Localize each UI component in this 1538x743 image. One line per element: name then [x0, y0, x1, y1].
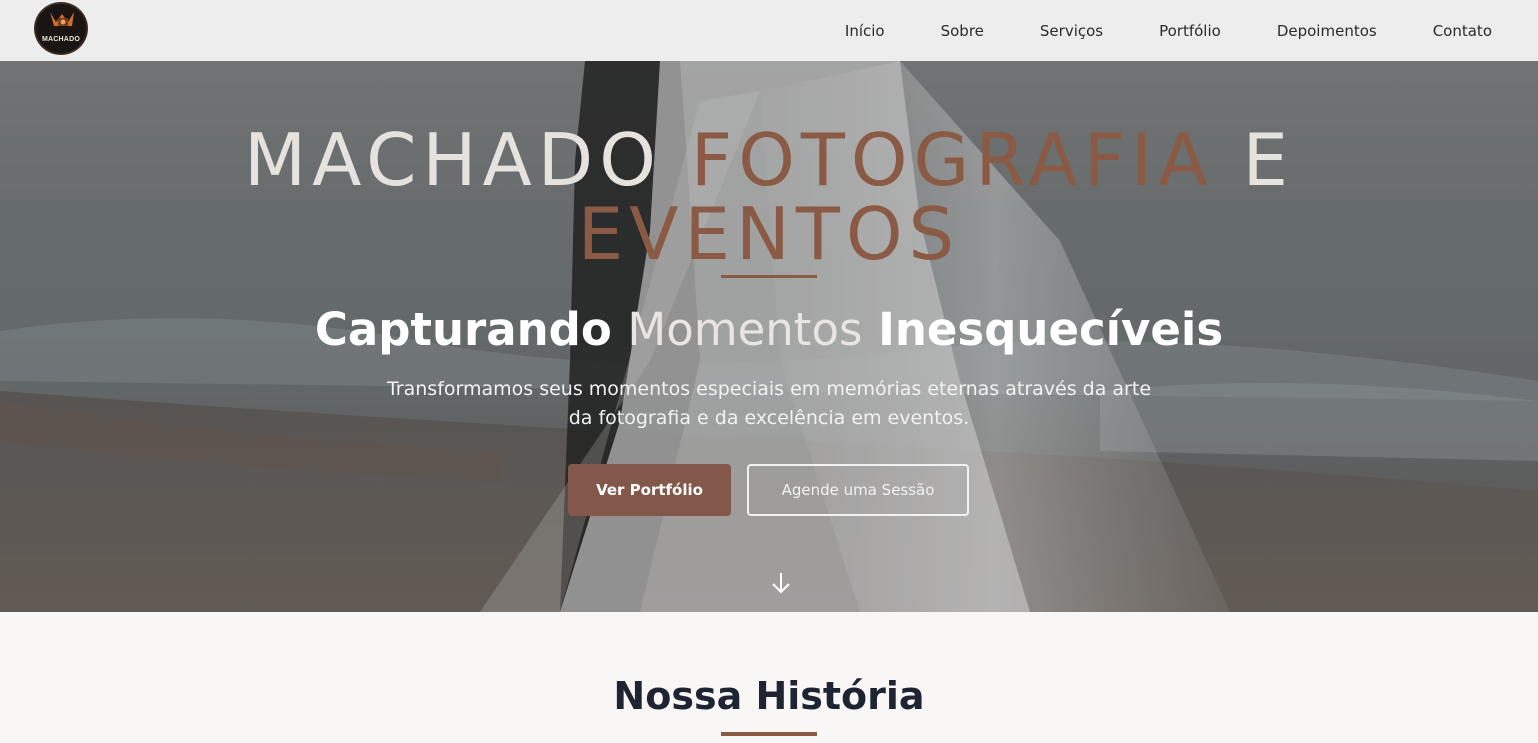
ver-portfolio-button[interactable]: Ver Portfólio — [568, 464, 731, 516]
hero-subtitle: Capturando Momentos Inesquecíveis — [0, 303, 1538, 356]
hero-description: Transformamos seus momentos especiais em… — [386, 378, 1152, 429]
hero-title: MACHADO FOTOGRAFIA E EVENTOS — [160, 123, 1378, 271]
hero-title-part1: MACHADO — [244, 118, 662, 202]
hero-title-part3: E — [1242, 118, 1294, 202]
nav-link-contato[interactable]: Contato — [1433, 22, 1492, 40]
nav-link-depoimentos[interactable]: Depoimentos — [1277, 22, 1377, 40]
agende-sessao-button[interactable]: Agende uma Sessão — [747, 464, 969, 516]
history-title-divider — [721, 732, 817, 736]
site-header: MACHADO Início Sobre Serviços Portfólio … — [0, 0, 1538, 61]
camera-icon — [37, 4, 86, 53]
hero-subtitle-part2: Momentos — [627, 303, 863, 356]
hero-title-part4: EVENTOS — [577, 192, 961, 276]
hero-title-part2: FOTOGRAFIA — [690, 118, 1214, 202]
arrow-down-icon[interactable] — [770, 571, 792, 595]
nav-link-servicos[interactable]: Serviços — [1040, 22, 1103, 40]
history-title: Nossa História — [613, 674, 925, 718]
hero-title-divider — [721, 275, 817, 278]
nav-link-inicio[interactable]: Início — [845, 22, 885, 40]
logo-text: MACHADO — [42, 36, 80, 43]
history-section: Nossa História — [0, 612, 1538, 743]
main-nav: Início Sobre Serviços Portfólio Depoimen… — [789, 0, 1492, 61]
nav-link-sobre[interactable]: Sobre — [941, 22, 984, 40]
hero-section: MACHADO FOTOGRAFIA E EVENTOS Capturando … — [0, 61, 1538, 612]
nav-link-portfolio[interactable]: Portfólio — [1159, 22, 1221, 40]
hero-subtitle-part3: Inesquecíveis — [878, 303, 1224, 356]
hero-subtitle-part1: Capturando — [314, 303, 612, 356]
logo[interactable]: MACHADO — [34, 2, 88, 55]
